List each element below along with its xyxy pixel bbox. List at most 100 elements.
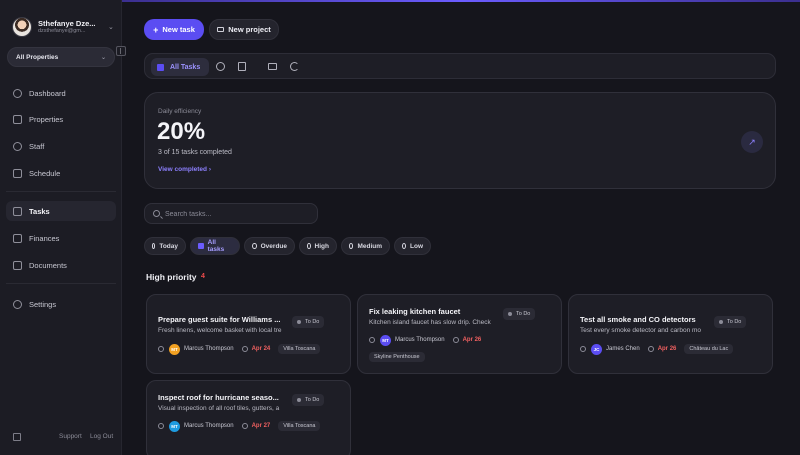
assignee-name: Marcus Thompson: [395, 337, 445, 343]
sidebar-item-schedule[interactable]: Schedule: [6, 163, 116, 183]
list-icon: [198, 243, 204, 249]
sidebar-item-properties[interactable]: Properties: [6, 109, 116, 129]
refresh-icon[interactable]: [290, 62, 299, 71]
collapse-sidebar-icon[interactable]: [116, 46, 126, 56]
filter-overdue[interactable]: Overdue: [244, 237, 295, 255]
filter-high[interactable]: High: [299, 237, 337, 255]
dashboard-icon: [13, 88, 22, 98]
search-input[interactable]: [165, 208, 315, 220]
efficiency-value: 20%: [157, 118, 206, 145]
location-badge: Villa Toscana: [278, 344, 321, 354]
list-icon: [157, 63, 164, 71]
efficiency-label: Daily efficiency: [158, 108, 202, 115]
task-card[interactable]: Inspect roof for hurricane seaso... Visu…: [146, 380, 351, 455]
user-icon: [158, 346, 164, 352]
task-card[interactable]: Fix leaking kitchen faucet Kitchen islan…: [357, 294, 562, 374]
new-task-button[interactable]: + New task: [144, 19, 204, 40]
efficiency-card: Daily efficiency 20% 3 of 15 tasks compl…: [144, 92, 776, 189]
status-badge: To Do: [292, 394, 325, 406]
location-badge: Skyline Penthouse: [369, 352, 425, 362]
clock-icon: [241, 346, 248, 352]
task-title: Prepare guest suite for Williams ...: [158, 315, 281, 324]
nav-divider: [6, 283, 116, 284]
filter-all-tasks[interactable]: All tasks: [190, 237, 240, 255]
sidebar-item-finances[interactable]: Finances: [6, 228, 116, 248]
user-avatar: [12, 17, 32, 37]
user-email: dzsthefanye@gm...: [38, 28, 86, 35]
trending-up-icon[interactable]: ↗: [741, 131, 763, 153]
sidebar-toggle-icon[interactable]: [13, 433, 21, 441]
check-circle-icon[interactable]: [216, 62, 225, 71]
task-card[interactable]: Test all smoke and CO detectors Test eve…: [568, 294, 773, 374]
avatar: MT: [169, 420, 180, 432]
sidebar-item-dashboard[interactable]: Dashboard: [6, 83, 116, 103]
sidebar-item-settings[interactable]: Settings: [6, 294, 116, 314]
assignee-name: Marcus Thompson: [184, 346, 234, 352]
due-date: Apr 27: [251, 423, 271, 429]
tab-all-tasks[interactable]: All Tasks: [151, 58, 209, 76]
task-description: Kitchen island faucet has slow drip. Che…: [369, 319, 491, 326]
task-meta: MT Marcus Thompson Apr 24 Villa Toscana: [158, 343, 321, 355]
folder-icon: [13, 260, 22, 270]
view-toolbar: All Tasks: [144, 53, 776, 79]
section-count-badge: 4: [201, 273, 205, 280]
user-name: Sthefanye Dze...: [38, 19, 96, 28]
task-title: Test all smoke and CO detectors: [580, 315, 696, 324]
clipboard-icon[interactable]: [238, 62, 246, 71]
status-badge: To Do: [292, 316, 325, 328]
avatar: MT: [169, 343, 180, 355]
sidebar-item-documents[interactable]: Documents: [6, 255, 116, 275]
support-link[interactable]: Support: [59, 433, 82, 440]
calendar-icon: [13, 168, 22, 178]
avatar: MT: [380, 334, 391, 346]
circle-icon: [402, 243, 406, 249]
task-description: Fresh linens, welcome basket with local …: [158, 327, 282, 334]
user-icon: [158, 423, 164, 429]
task-description: Visual inspection of all roof tiles, gut…: [158, 405, 280, 412]
assignee-name: Marcus Thompson: [184, 423, 234, 429]
status-badge: To Do: [714, 316, 747, 328]
logout-link[interactable]: Log Out: [90, 433, 113, 440]
clock-icon: [241, 423, 248, 429]
nav-divider: [6, 191, 116, 192]
task-card[interactable]: Prepare guest suite for Williams ... Fre…: [146, 294, 351, 374]
task-title: Fix leaking kitchen faucet: [369, 307, 461, 316]
clock-icon: [452, 337, 459, 343]
location-badge: Villa Toscana: [278, 421, 321, 431]
property-select[interactable]: All Properties ⌄: [7, 47, 115, 67]
new-project-button[interactable]: New project: [209, 19, 279, 40]
filter-low[interactable]: Low: [394, 237, 431, 255]
task-meta: JC James Chen Apr 26 Château du Lac: [580, 343, 734, 355]
user-menu[interactable]: Sthefanye Dze... dzsthefanye@gm... ⌄: [12, 14, 116, 40]
kanban-icon[interactable]: [268, 63, 277, 70]
clock-icon: [152, 243, 156, 249]
chevron-right-icon: ›: [208, 166, 211, 173]
plus-icon: +: [153, 24, 159, 35]
sidebar-footer: Support Log Out: [0, 430, 122, 444]
users-icon: [13, 141, 22, 151]
gear-icon: [13, 299, 22, 309]
sidebar: Sthefanye Dze... dzsthefanye@gm... ⌄ All…: [0, 0, 122, 455]
due-date: Apr 26: [657, 346, 677, 352]
status-badge: To Do: [503, 308, 536, 320]
due-date: Apr 26: [462, 337, 482, 343]
user-icon: [580, 346, 586, 352]
tasks-icon: [13, 206, 22, 216]
efficiency-summary: 3 of 15 tasks completed: [158, 149, 232, 156]
filter-medium[interactable]: Medium: [341, 237, 390, 255]
search-icon: [153, 210, 160, 217]
trending-up-icon: [307, 243, 311, 249]
clock-icon: [647, 346, 654, 352]
view-completed-link[interactable]: View completed ›: [158, 166, 211, 173]
sidebar-item-staff[interactable]: Staff: [6, 136, 116, 156]
property-select-value: All Properties: [16, 53, 59, 61]
alert-icon: [252, 243, 257, 249]
sidebar-item-tasks[interactable]: Tasks: [6, 201, 116, 221]
task-description: Test every smoke detector and carbon mo: [580, 327, 702, 334]
chevron-down-icon: ⌄: [108, 24, 114, 31]
user-icon: [369, 337, 375, 343]
filter-today[interactable]: Today: [144, 237, 186, 255]
search-box: [144, 203, 318, 224]
half-circle-icon: [349, 243, 354, 249]
section-title: High priority: [146, 272, 197, 282]
